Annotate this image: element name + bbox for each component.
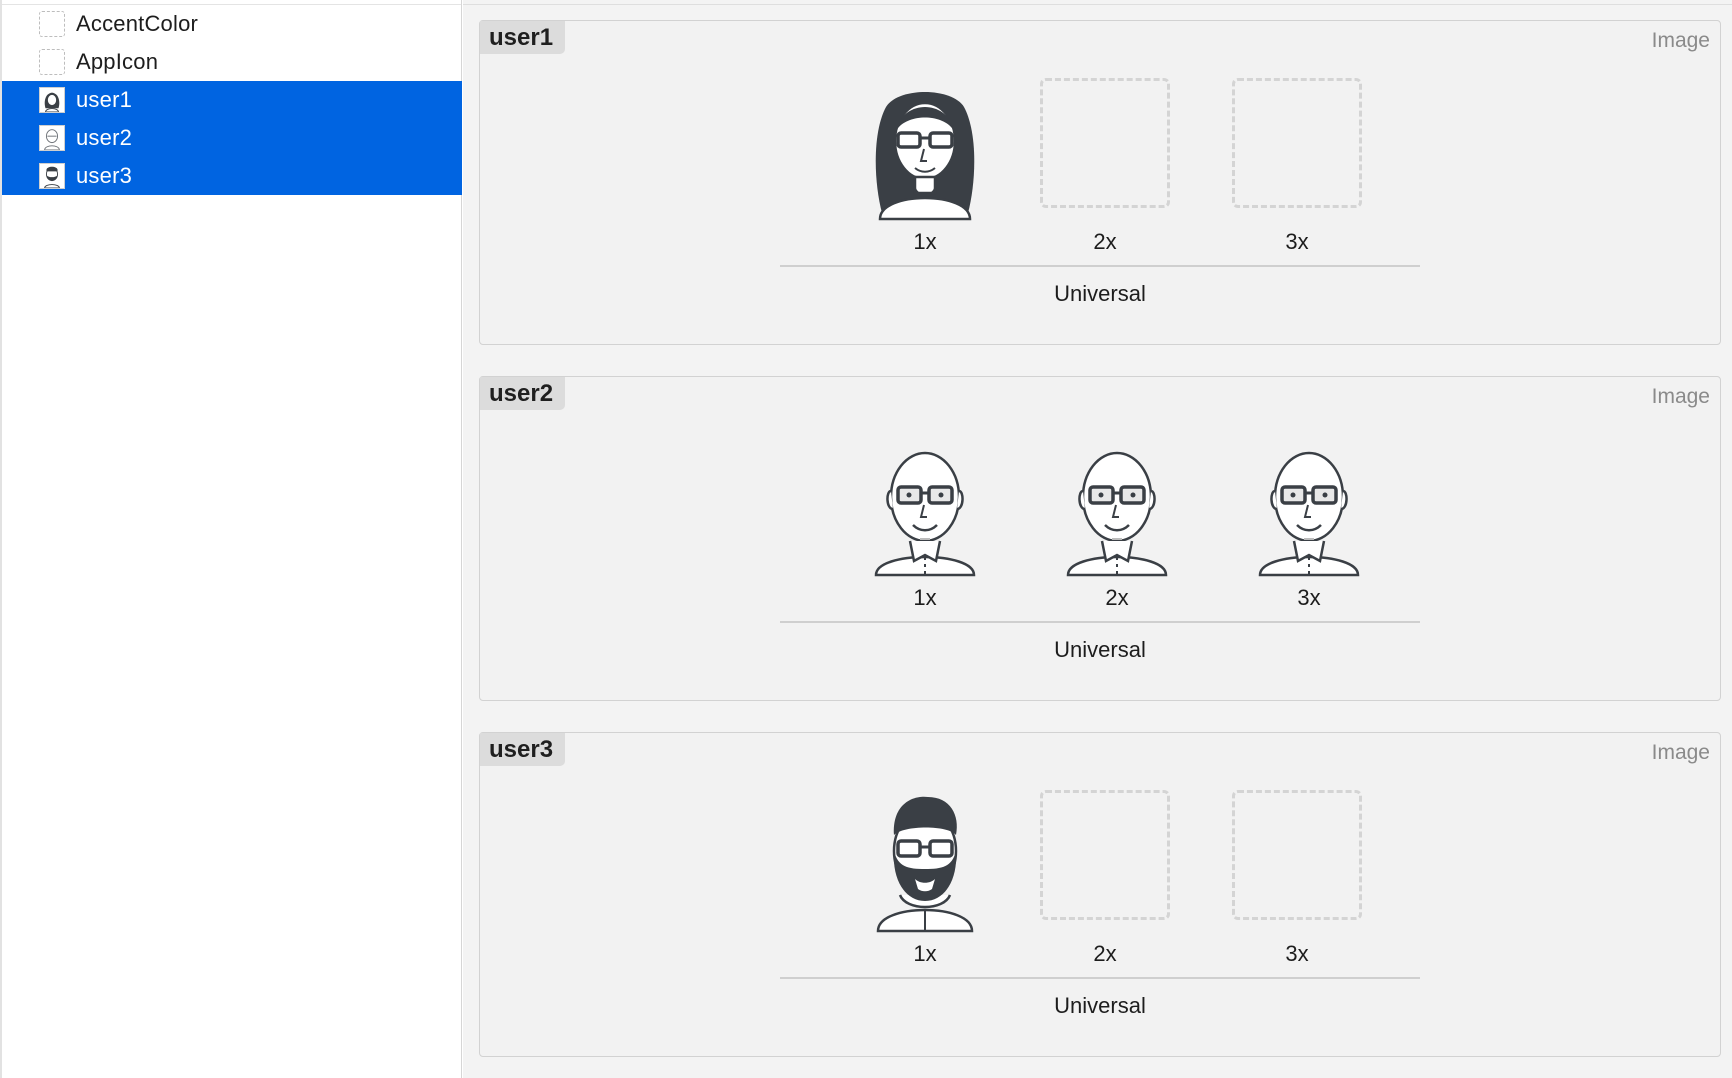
woman-avatar-icon [875, 92, 975, 221]
asset-detail-pane: user1 Image 1x 2x 3x Universal user2 Ima… [463, 0, 1732, 1078]
slot-3x[interactable] [1242, 429, 1376, 577]
image-set-kind: Image [1651, 741, 1710, 764]
idiom-divider [780, 265, 1420, 267]
idiom-label: Universal [1054, 637, 1146, 662]
image-set-user3[interactable]: user3 Image 1x 2x 3x Universal [479, 732, 1721, 1057]
sidebar-item-label: user1 [76, 87, 133, 112]
idiom-label: Universal [1054, 281, 1146, 306]
sidebar-item-user1[interactable]: user1 [2, 81, 462, 119]
sidebar-item-label: AppIcon [76, 49, 159, 74]
bald-man-avatar-icon [874, 451, 976, 577]
slot-scale-label: 3x [1285, 229, 1309, 254]
empty-slot-2x[interactable] [1040, 790, 1170, 920]
image-set-name[interactable]: user2 [480, 377, 566, 410]
bald-man-avatar-icon [1066, 451, 1168, 577]
image-set-user2[interactable]: user2 Image 1x 2x 3x Universal [479, 376, 1721, 701]
woman-avatar-thumbnail-icon [39, 87, 65, 113]
slot-scale-label: 3x [1297, 585, 1321, 610]
slot-scale-label: 2x [1093, 941, 1117, 966]
slot-scale-label: 1x [913, 941, 937, 966]
image-set-kind: Image [1651, 29, 1710, 52]
asset-list-sidebar: AccentColor AppIcon user1 user2 user3 [0, 0, 462, 1078]
slot-1x[interactable] [858, 785, 992, 933]
sidebar-item-accentcolor[interactable]: AccentColor [2, 5, 462, 43]
image-set-kind: Image [1651, 385, 1710, 408]
slot-scale-label: 1x [913, 585, 937, 610]
empty-dashed-icon [39, 49, 65, 75]
idiom-divider [780, 621, 1420, 623]
image-set-user1[interactable]: user1 Image 1x 2x 3x Universal [479, 20, 1721, 345]
sidebar-item-user3[interactable]: user3 [2, 157, 462, 195]
sidebar-item-user2[interactable]: user2 [2, 119, 462, 157]
slot-1x[interactable] [858, 429, 992, 577]
bearded-man-avatar-thumbnail-icon [39, 163, 65, 189]
idiom-label: Universal [1054, 993, 1146, 1018]
slot-scale-label: 2x [1105, 585, 1129, 610]
slot-scale-label: 1x [913, 229, 937, 254]
bald-man-avatar-thumbnail-icon [39, 125, 65, 151]
slot-scale-label: 2x [1093, 229, 1117, 254]
image-set-name[interactable]: user1 [480, 21, 566, 54]
bald-man-avatar-icon [1258, 451, 1360, 577]
main-top-divider [463, 0, 1732, 5]
empty-dashed-icon [39, 11, 65, 37]
empty-slot-2x[interactable] [1040, 78, 1170, 208]
empty-slot-3x[interactable] [1232, 78, 1362, 208]
bearded-man-avatar-icon [876, 796, 974, 933]
slot-1x[interactable] [858, 73, 992, 221]
slot-2x[interactable] [1050, 429, 1184, 577]
empty-slot-3x[interactable] [1232, 790, 1362, 920]
sidebar-item-label: user2 [76, 125, 133, 150]
sidebar-item-appicon[interactable]: AppIcon [2, 43, 462, 81]
sidebar-item-label: user3 [76, 163, 133, 188]
idiom-divider [780, 977, 1420, 979]
sidebar-item-label: AccentColor [76, 11, 199, 36]
image-set-name[interactable]: user3 [480, 733, 566, 766]
slot-scale-label: 3x [1285, 941, 1309, 966]
